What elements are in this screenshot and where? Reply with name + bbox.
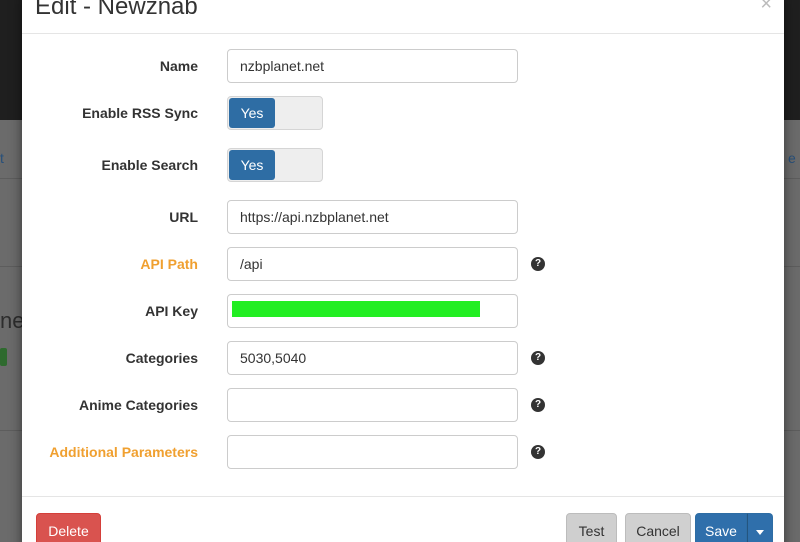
form-row-url: URL bbox=[22, 200, 784, 234]
enable-rss-sync-label: Enable RSS Sync bbox=[82, 105, 198, 121]
url-label: URL bbox=[169, 209, 198, 225]
form-row-additional-parameters: Additional Parameters ? bbox=[22, 435, 784, 469]
anime-categories-input[interactable] bbox=[227, 388, 518, 422]
modal-header: Edit - Newznab × bbox=[22, 0, 784, 34]
anime-categories-label: Anime Categories bbox=[78, 397, 198, 413]
enable-search-toggle[interactable]: Yes bbox=[227, 148, 323, 182]
api-path-label: API Path bbox=[140, 256, 198, 272]
delete-button[interactable]: Delete bbox=[36, 513, 101, 542]
url-input[interactable] bbox=[227, 200, 518, 234]
form-row-api-path: API Path ? bbox=[22, 247, 784, 281]
caret-down-icon bbox=[756, 529, 764, 535]
close-icon[interactable]: × bbox=[760, 0, 772, 14]
name-label: Name bbox=[159, 58, 198, 74]
api-path-input[interactable] bbox=[227, 247, 518, 281]
background-link: e bbox=[788, 150, 796, 166]
question-circle-icon[interactable]: ? bbox=[531, 351, 545, 365]
enable-search-label: Enable Search bbox=[101, 157, 199, 173]
categories-label: Categories bbox=[125, 350, 198, 366]
api-key-redaction bbox=[232, 301, 480, 317]
question-circle-icon[interactable]: ? bbox=[531, 445, 545, 459]
question-circle-icon[interactable]: ? bbox=[531, 398, 545, 412]
enable-rss-sync-toggle[interactable]: Yes bbox=[227, 96, 323, 130]
background-heading: ne bbox=[0, 308, 25, 333]
form-row-enable-search: Enable Search Yes bbox=[22, 148, 784, 182]
test-button[interactable]: Test bbox=[566, 513, 617, 542]
enable-rss-sync-yes: Yes bbox=[229, 98, 275, 128]
edit-indexer-modal: Edit - Newznab × Name Enable RSS Sync Ye… bbox=[22, 0, 784, 542]
background-link: t bbox=[0, 150, 4, 166]
background-badge bbox=[0, 348, 7, 366]
cancel-button[interactable]: Cancel bbox=[625, 513, 691, 542]
question-circle-icon[interactable]: ? bbox=[531, 257, 545, 271]
form-row-api-key: API Key bbox=[22, 294, 784, 328]
modal-footer: Delete Test Cancel Save bbox=[22, 496, 784, 542]
form-row-categories: Categories ? bbox=[22, 341, 784, 375]
name-input[interactable] bbox=[227, 49, 518, 83]
categories-input[interactable] bbox=[227, 341, 518, 375]
form-row-name: Name bbox=[22, 49, 784, 83]
form-row-anime-categories: Anime Categories ? bbox=[22, 388, 784, 422]
additional-parameters-input[interactable] bbox=[227, 435, 518, 469]
modal-title: Edit - Newznab bbox=[35, 0, 198, 20]
form-row-enable-rss-sync: Enable RSS Sync Yes bbox=[22, 96, 784, 130]
save-options-dropdown[interactable] bbox=[747, 513, 773, 542]
additional-parameters-label: Additional Parameters bbox=[49, 444, 198, 460]
api-key-label: API Key bbox=[145, 303, 198, 319]
save-button[interactable]: Save bbox=[695, 513, 747, 542]
enable-search-yes: Yes bbox=[229, 150, 275, 180]
api-key-input[interactable] bbox=[227, 294, 518, 328]
